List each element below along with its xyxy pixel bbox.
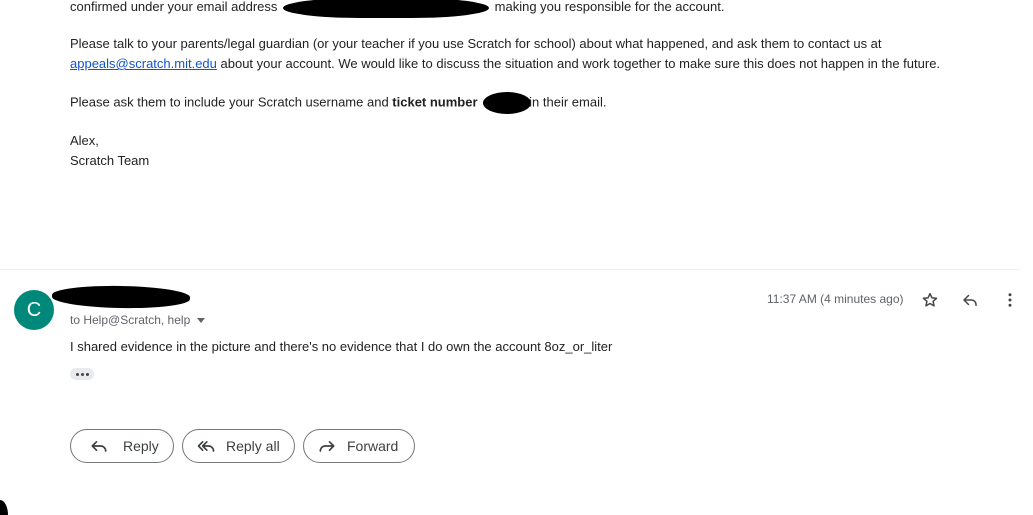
forward-icon (319, 441, 335, 452)
reply-all-button[interactable]: Reply all (182, 429, 295, 463)
email-text: making you responsible for the account. (494, 0, 725, 14)
dot-icon (75, 372, 79, 376)
redacted-email-address (283, 0, 490, 18)
email-text: Please talk to your parents/legal guardi… (70, 36, 882, 51)
email-paragraph-3: Please ask them to include your Scratch … (70, 92, 606, 114)
email-thread-view: confirmed under your email address makin… (0, 0, 1033, 515)
appeals-email-link[interactable]: appeals@scratch.mit.edu (70, 56, 217, 71)
reply-icon (963, 294, 977, 306)
star-button[interactable] (918, 288, 942, 312)
more-vert-icon (1008, 293, 1012, 307)
window-corner-shadow (0, 500, 8, 515)
reply-all-icon (197, 441, 215, 452)
message-timestamp: 11:37 AM (4 minutes ago) (767, 292, 904, 306)
forward-button-label: Forward (347, 438, 399, 454)
recipients-line[interactable]: to Help@Scratch, help (70, 311, 206, 329)
dot-icon (85, 372, 89, 376)
email-paragraph-2: Please talk to your parents/legal guardi… (70, 34, 940, 74)
email-text: in their email. (529, 94, 607, 110)
reply-button-label: Reply (123, 438, 159, 454)
redacted-sender-name (51, 284, 191, 310)
email-text: about your account. We would like to dis… (220, 56, 941, 71)
chevron-down-icon[interactable] (197, 318, 206, 323)
more-options-button[interactable] (998, 288, 1022, 312)
recipients-text: to Help@Scratch, help (70, 313, 191, 327)
reply-icon (91, 441, 107, 452)
redacted-ticket-number (483, 92, 532, 114)
sender-avatar[interactable]: C (14, 290, 54, 330)
message-divider (0, 269, 1020, 270)
reply-message-body: I shared evidence in the picture and the… (70, 339, 613, 354)
email-signoff: Alex, Scratch Team (70, 131, 149, 171)
reply-all-button-label: Reply all (226, 438, 280, 454)
dot-icon (80, 372, 84, 376)
star-icon (922, 292, 938, 307)
signoff-name: Alex, (70, 133, 99, 148)
email-text: confirmed under your email address (70, 0, 278, 14)
show-trimmed-content-button[interactable] (70, 368, 94, 380)
ticket-number-label: ticket number (392, 94, 478, 110)
reply-button[interactable]: Reply (70, 429, 174, 463)
reply-icon-button[interactable] (958, 288, 982, 312)
email-text: Please ask them to include your Scratch … (70, 94, 389, 110)
signoff-team: Scratch Team (70, 153, 150, 168)
email-paragraph-1: confirmed under your email address makin… (70, 0, 724, 18)
forward-button[interactable]: Forward (303, 429, 415, 463)
